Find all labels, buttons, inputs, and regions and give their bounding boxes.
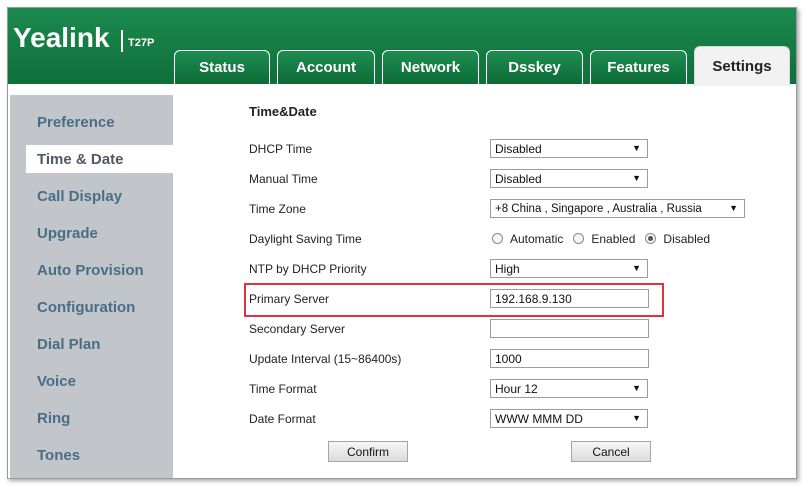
triangle-down-icon: ▼ bbox=[632, 383, 641, 393]
update-interval-input[interactable]: 1000 bbox=[490, 349, 649, 368]
triangle-down-icon: ▼ bbox=[632, 143, 641, 153]
dhcp-time-label: DHCP Time bbox=[249, 142, 313, 156]
radio-automatic[interactable] bbox=[492, 233, 503, 244]
date-format-value: WWW MMM DD bbox=[495, 411, 583, 426]
sidebar-item-voice[interactable]: Voice bbox=[10, 367, 173, 395]
time-format-select[interactable]: Hour 12 ▼ bbox=[490, 379, 648, 398]
logo-divider bbox=[121, 30, 123, 52]
radio-enabled[interactable] bbox=[573, 233, 585, 244]
update-interval-label: Update Interval (15~86400s) bbox=[249, 352, 402, 366]
ntp-priority-select[interactable]: High ▼ bbox=[490, 259, 648, 278]
tab-dsskey[interactable]: Dsskey bbox=[486, 50, 583, 84]
radio-disabled[interactable] bbox=[645, 233, 657, 244]
sidebar-item-upgrade[interactable]: Upgrade bbox=[10, 219, 173, 247]
manual-time-label: Manual Time bbox=[249, 172, 318, 186]
time-zone-label: Time Zone bbox=[249, 202, 306, 216]
sidebar: Preference Time & Date Call Display Upgr… bbox=[10, 95, 173, 478]
manual-time-value: Disabled bbox=[495, 171, 542, 186]
daylight-saving-radio-group: Automatic Enabled Disabled bbox=[492, 229, 720, 248]
sidebar-item-tones[interactable]: Tones bbox=[10, 441, 173, 469]
date-format-select[interactable]: WWW MMM DD ▼ bbox=[490, 409, 648, 428]
time-zone-value: +8 China , Singapore , Australia , Russi… bbox=[495, 202, 702, 215]
sidebar-item-dial-plan[interactable]: Dial Plan bbox=[10, 330, 173, 358]
confirm-button[interactable]: Confirm bbox=[328, 441, 408, 462]
radio-disabled-label: Disabled bbox=[663, 231, 711, 246]
triangle-down-icon: ▼ bbox=[632, 173, 641, 183]
time-format-value: Hour 12 bbox=[495, 381, 538, 396]
triangle-down-icon: ▼ bbox=[729, 203, 738, 213]
ntp-priority-value: High bbox=[495, 261, 520, 276]
sidebar-item-auto-provision[interactable]: Auto Provision bbox=[10, 256, 173, 284]
tab-network[interactable]: Network bbox=[382, 50, 479, 84]
model-label: T27P bbox=[128, 37, 155, 49]
dhcp-time-select[interactable]: Disabled ▼ bbox=[490, 139, 648, 158]
sidebar-item-preference[interactable]: Preference bbox=[10, 108, 173, 136]
cancel-button[interactable]: Cancel bbox=[571, 441, 651, 462]
sidebar-item-ring[interactable]: Ring bbox=[10, 404, 173, 432]
primary-server-input[interactable]: 192.168.9.130 bbox=[490, 289, 649, 308]
date-format-label: Date Format bbox=[249, 412, 316, 426]
time-zone-select[interactable]: +8 China , Singapore , Australia , Russi… bbox=[490, 199, 745, 218]
triangle-down-icon: ▼ bbox=[632, 413, 641, 423]
browser-frame: Yealink T27P Status Account Network Dssk… bbox=[7, 7, 797, 479]
tab-settings[interactable]: Settings bbox=[694, 46, 790, 86]
secondary-server-input[interactable] bbox=[490, 319, 649, 338]
settings-panel: Time&Date DHCP Time Disabled ▼ Manual Ti… bbox=[173, 95, 796, 478]
yealink-logo: Yealink bbox=[13, 22, 110, 53]
sidebar-item-call-display[interactable]: Call Display bbox=[10, 182, 173, 210]
tab-features[interactable]: Features bbox=[590, 50, 687, 84]
radio-automatic-label: Automatic bbox=[510, 231, 564, 246]
manual-time-select[interactable]: Disabled ▼ bbox=[490, 169, 648, 188]
ntp-priority-label: NTP by DHCP Priority bbox=[249, 262, 367, 276]
sidebar-item-configuration[interactable]: Configuration bbox=[10, 293, 173, 321]
time-format-label: Time Format bbox=[249, 382, 317, 396]
dhcp-time-value: Disabled bbox=[495, 141, 542, 156]
sidebar-item-time-date[interactable]: Time & Date bbox=[26, 145, 173, 173]
daylight-saving-label: Daylight Saving Time bbox=[249, 232, 362, 246]
triangle-down-icon: ▼ bbox=[632, 263, 641, 273]
tab-account[interactable]: Account bbox=[277, 50, 375, 84]
section-title: Time&Date bbox=[249, 104, 317, 119]
tab-status[interactable]: Status bbox=[174, 50, 270, 84]
secondary-server-label: Secondary Server bbox=[249, 322, 346, 336]
primary-server-label: Primary Server bbox=[249, 292, 330, 306]
radio-enabled-label: Enabled bbox=[591, 231, 636, 246]
header-bar: Yealink T27P Status Account Network Dssk… bbox=[8, 8, 796, 86]
